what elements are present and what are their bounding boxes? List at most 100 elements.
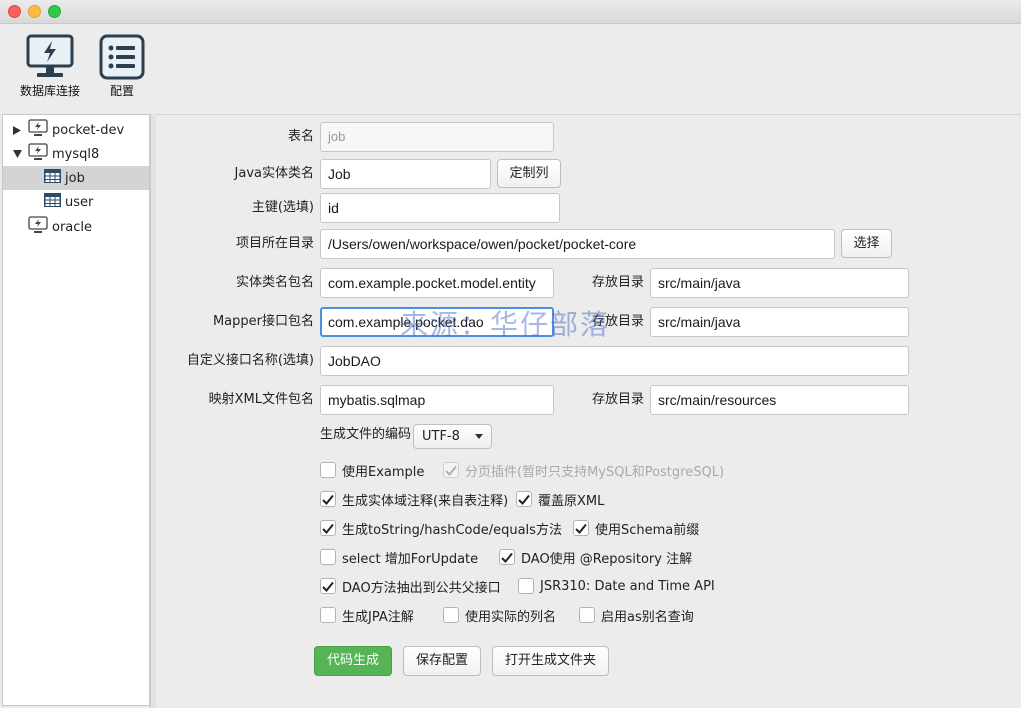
collapse-arrow-icon[interactable] <box>12 149 22 159</box>
save-config-button[interactable]: 保存配置 <box>403 646 481 676</box>
jsr310-checkbox[interactable]: JSR310: Date and Time API <box>518 576 715 596</box>
checkmark-icon <box>322 523 334 534</box>
checkbox-box[interactable] <box>320 549 336 565</box>
checkbox-label: 生成实体域注释(来自表注释) <box>342 493 509 509</box>
schema-prefix-checkbox[interactable]: 使用Schema前缀 <box>573 518 699 538</box>
mapper-dir-input[interactable]: src/main/java <box>650 307 909 337</box>
checkbox-label: DAO使用 @Repository 注解 <box>521 551 693 567</box>
checkbox-box[interactable] <box>518 578 534 594</box>
open-output-folder-button[interactable]: 打开生成文件夹 <box>492 646 609 676</box>
checkbox-label: 生成toString/hashCode/equals方法 <box>342 522 562 538</box>
tree-item-job[interactable]: job <box>3 166 149 190</box>
entity-package-label: 实体类名包名 <box>235 275 314 290</box>
table-icon <box>44 169 61 187</box>
generate-code-button[interactable]: 代码生成 <box>314 646 392 676</box>
checkbox-label: 覆盖原XML <box>538 493 605 509</box>
tree-item-user[interactable]: user <box>3 190 149 214</box>
table-icon <box>44 193 61 211</box>
tree-item-label: oracle <box>52 219 93 235</box>
custom-interface-label: 自定义接口名称(选填) <box>186 353 314 368</box>
repository-annotation-checkbox[interactable]: DAO使用 @Repository 注解 <box>499 547 692 567</box>
db-connect-label: 数据库连接 <box>19 84 80 98</box>
db-connection-icon <box>28 143 48 165</box>
checkbox-label: JSR310: Date and Time API <box>540 578 715 594</box>
checkmark-icon <box>501 552 513 563</box>
checkbox-label: 生成JPA注解 <box>342 609 414 625</box>
customize-columns-button[interactable]: 定制列 <box>497 159 561 188</box>
project-dir-input[interactable]: /Users/owen/workspace/owen/pocket/pocket… <box>320 229 835 259</box>
generator-form: 表名 job Java实体类名 Job 定制列 主键(选填) id 项目所在目录… <box>156 114 1021 708</box>
xml-dir-input[interactable]: src/main/resources <box>650 385 909 415</box>
checkbox-label: 使用实际的列名 <box>465 609 557 625</box>
mapper-package-label: Mapper接口包名 <box>212 314 314 329</box>
entity-dir-label: 存放目录 <box>591 275 644 290</box>
db-connect-button[interactable]: 数据库连接 <box>14 34 86 99</box>
checkmark-icon <box>322 494 334 505</box>
for-update-checkbox[interactable]: select 增加ForUpdate <box>320 547 478 567</box>
checkbox-box[interactable] <box>320 607 336 623</box>
title-bar <box>0 0 1021 24</box>
monitor-bolt-icon <box>26 34 74 77</box>
use-example-checkbox[interactable]: 使用Example <box>320 460 424 480</box>
checkmark-icon <box>575 523 587 534</box>
expand-arrow-icon[interactable] <box>12 125 22 135</box>
entity-dir-input[interactable]: src/main/java <box>650 268 909 298</box>
db-connection-icon <box>28 216 48 238</box>
tree-item-label: job <box>65 170 85 186</box>
zoom-window-button[interactable] <box>48 5 61 18</box>
checkbox-box[interactable] <box>573 520 589 536</box>
minimize-window-button[interactable] <box>28 5 41 18</box>
db-connection-icon <box>28 119 48 141</box>
tostring-checkbox[interactable]: 生成toString/hashCode/equals方法 <box>320 518 562 538</box>
choose-dir-button[interactable]: 选择 <box>841 229 892 258</box>
checkbox-box[interactable] <box>443 607 459 623</box>
mapper-dir-label: 存放目录 <box>591 314 644 329</box>
encoding-label: 生成文件的编码 <box>320 427 412 442</box>
actual-column-name-checkbox[interactable]: 使用实际的列名 <box>443 605 556 625</box>
tree-item-label: user <box>65 194 94 210</box>
entity-class-label: Java实体类名 <box>234 166 314 181</box>
checkbox-box[interactable] <box>516 491 532 507</box>
toolbar: 数据库连接 配置 <box>0 24 1021 112</box>
jpa-annotation-checkbox[interactable]: 生成JPA注解 <box>320 605 414 625</box>
mapper-package-input[interactable]: com.example.pocket.dao <box>320 307 554 337</box>
tree-item-oracle[interactable]: oracle <box>3 215 149 239</box>
checkbox-label: 使用Example <box>342 464 425 480</box>
project-dir-label: 项目所在目录 <box>235 236 314 251</box>
checkbox-label: 分页插件(暂时只支持MySQL和PostgreSQL) <box>465 464 725 480</box>
checkbox-box[interactable] <box>579 607 595 623</box>
primary-key-input[interactable]: id <box>320 193 560 223</box>
close-window-button[interactable] <box>8 5 21 18</box>
as-alias-checkbox[interactable]: 启用as别名查询 <box>579 605 694 625</box>
tree-item-mysql8[interactable]: mysql8 <box>3 142 149 166</box>
overwrite-xml-checkbox[interactable]: 覆盖原XML <box>516 489 604 509</box>
entity-class-input[interactable]: Job <box>320 159 491 189</box>
primary-key-label: 主键(选填) <box>251 200 314 215</box>
checkmark-icon <box>518 494 530 505</box>
custom-interface-input[interactable]: JobDAO <box>320 346 909 376</box>
xml-dir-label: 存放目录 <box>591 392 644 407</box>
encoding-select[interactable]: UTF-8 <box>413 424 492 449</box>
table-name-input: job <box>320 122 554 152</box>
checkbox-box[interactable] <box>320 491 336 507</box>
config-button[interactable]: 配置 <box>94 34 150 99</box>
tree-item-label: mysql8 <box>52 146 100 162</box>
tree-item-label: pocket-dev <box>52 122 125 138</box>
checkbox-box[interactable] <box>320 520 336 536</box>
config-label: 配置 <box>109 84 134 98</box>
xml-package-input[interactable]: mybatis.sqlmap <box>320 385 554 415</box>
connection-tree: pocket-dev mysql8 job user oracle <box>2 114 150 706</box>
checkbox-box[interactable] <box>320 462 336 478</box>
checkbox-box[interactable] <box>320 578 336 594</box>
checkbox-box[interactable] <box>499 549 515 565</box>
checkbox-box[interactable] <box>443 462 459 478</box>
entity-comment-checkbox[interactable]: 生成实体域注释(来自表注释) <box>320 489 508 509</box>
checkbox-label: 使用Schema前缀 <box>595 522 700 538</box>
common-interface-checkbox[interactable]: DAO方法抽出到公共父接口 <box>320 576 501 596</box>
list-icon <box>99 34 145 80</box>
entity-package-input[interactable]: com.example.pocket.model.entity <box>320 268 554 298</box>
checkbox-label: select 增加ForUpdate <box>342 551 479 567</box>
xml-package-label: 映射XML文件包名 <box>208 392 314 407</box>
tree-item-pocket-dev[interactable]: pocket-dev <box>3 118 149 142</box>
pagination-plugin-checkbox[interactable]: 分页插件(暂时只支持MySQL和PostgreSQL) <box>443 460 724 480</box>
